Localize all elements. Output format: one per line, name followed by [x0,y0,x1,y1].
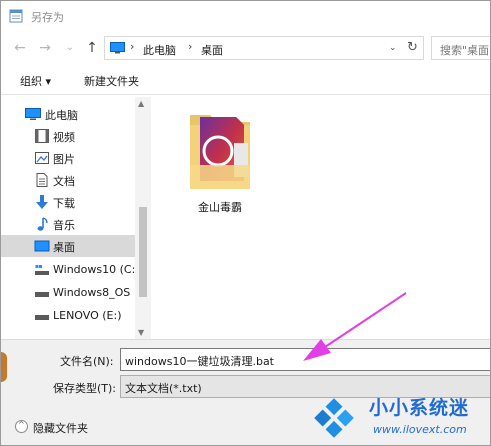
breadcrumb-desktop[interactable]: 桌面 [201,42,223,58]
file-item-jinshan[interactable]: 金山毒霸 [180,105,260,215]
chevron-right-icon: › [130,40,135,53]
navigation-bar: ← → ⌄ ↑ › 此电脑 › 桌面 ⌄ ↻ 搜索"桌面 [1,33,490,63]
background-window-edge [1,352,7,382]
sidebar-item-label: 文档 [53,175,75,188]
sidebar-item-downloads[interactable]: 下载 [1,191,135,213]
scroll-up-icon[interactable]: ▲ [138,99,144,108]
filename-value[interactable]: windows10一键垃圾清理.bat [125,353,274,369]
sidebar-item-documents[interactable]: 文档 [1,169,135,191]
up-button[interactable]: ↑ [83,38,101,58]
sidebar-item-label: Windows10 (C: [53,263,136,276]
sidebar-item-label: Windows8_OS [53,286,131,299]
sidebar-item-drive-c[interactable]: Windows10 (C: [1,259,135,281]
filetype-value[interactable]: 文本文档(*.txt) [125,380,202,396]
search-input[interactable]: 搜索"桌面 [440,42,489,58]
sidebar-item-label: 视频 [53,131,75,144]
folder-icon [190,115,250,189]
sidebar-item-drive-d[interactable]: Windows8_OS [1,282,135,304]
watermark-url: www.ilovext.com [373,423,467,436]
sidebar-item-label: 下载 [53,197,75,210]
recent-locations-button[interactable]: ⌄ [61,38,79,58]
navigation-pane: 此电脑 视频 图片 文档 下载 音乐 桌面 Windows10 (C: Wind… [1,97,151,339]
sidebar-item-label: 此电脑 [45,109,78,122]
music-icon [37,217,48,231]
save-as-dialog: 另存为 ← → ⌄ ↑ › 此电脑 › 桌面 ⌄ ↻ 搜索"桌面 组织 ▾ 新建… [0,0,491,446]
pictures-icon [35,152,49,164]
toolbar: 组织 ▾ 新建文件夹 [1,65,490,95]
search-box[interactable]: 搜索"桌面 [431,36,490,60]
chevron-up-icon: ^ [15,420,28,433]
pc-icon [25,108,41,120]
drive-icon [35,315,49,320]
filetype-label: 保存类型(T): [53,382,117,395]
desktop-icon [34,240,50,252]
sidebar-item-this-pc[interactable]: 此电脑 [1,103,135,125]
sidebar-item-label: 音乐 [53,219,75,232]
sidebar-item-drive-e[interactable]: LENOVO (E:) [1,305,135,327]
pc-icon [110,42,125,54]
sidebar-item-label: 图片 [53,153,75,166]
title-bar: 另存为 [1,1,490,31]
sidebar-item-videos[interactable]: 视频 [1,125,135,147]
organize-button[interactable]: 组织 ▾ [20,73,51,89]
watermark-logo-icon [314,398,354,438]
sidebar-item-desktop[interactable]: 桌面 [1,235,135,257]
window-title: 另存为 [31,11,64,24]
sidebar-item-label: 桌面 [53,241,75,254]
file-list: 金山毒霸 [152,97,490,339]
download-icon [36,195,48,209]
watermark: 小小系统迷 www.ilovext.com [301,389,490,445]
chevron-right-icon: › [188,40,193,53]
sidebar-scrollbar[interactable]: ▲ ▼ [135,97,151,339]
filename-field[interactable]: windows10一键垃圾清理.bat [120,348,490,371]
scroll-down-icon[interactable]: ▼ [138,328,144,337]
notepad-icon [9,9,23,23]
chevron-down-icon[interactable]: ⌄ [389,43,397,53]
documents-icon [36,173,48,187]
video-icon [35,129,49,143]
refresh-icon[interactable]: ↻ [407,40,418,55]
sidebar-item-label: LENOVO (E:) [53,309,122,322]
sidebar-item-music[interactable]: 音乐 [1,213,135,235]
drive-icon [35,292,49,297]
back-button[interactable]: ← [11,38,29,58]
scrollbar-thumb[interactable] [139,207,147,297]
forward-button[interactable]: → [36,38,54,58]
watermark-name: 小小系统迷 [369,397,470,419]
file-item-label: 金山毒霸 [198,201,242,214]
sidebar-item-pictures[interactable]: 图片 [1,147,135,169]
filename-label: 文件名(N): [60,355,114,368]
new-folder-button[interactable]: 新建文件夹 [84,73,139,89]
address-bar[interactable]: › 此电脑 › 桌面 ⌄ ↻ [104,36,424,60]
hide-folders-label: 隐藏文件夹 [33,422,88,435]
drive-icon [35,265,49,275]
breadcrumb-this-pc[interactable]: 此电脑 [143,42,176,58]
